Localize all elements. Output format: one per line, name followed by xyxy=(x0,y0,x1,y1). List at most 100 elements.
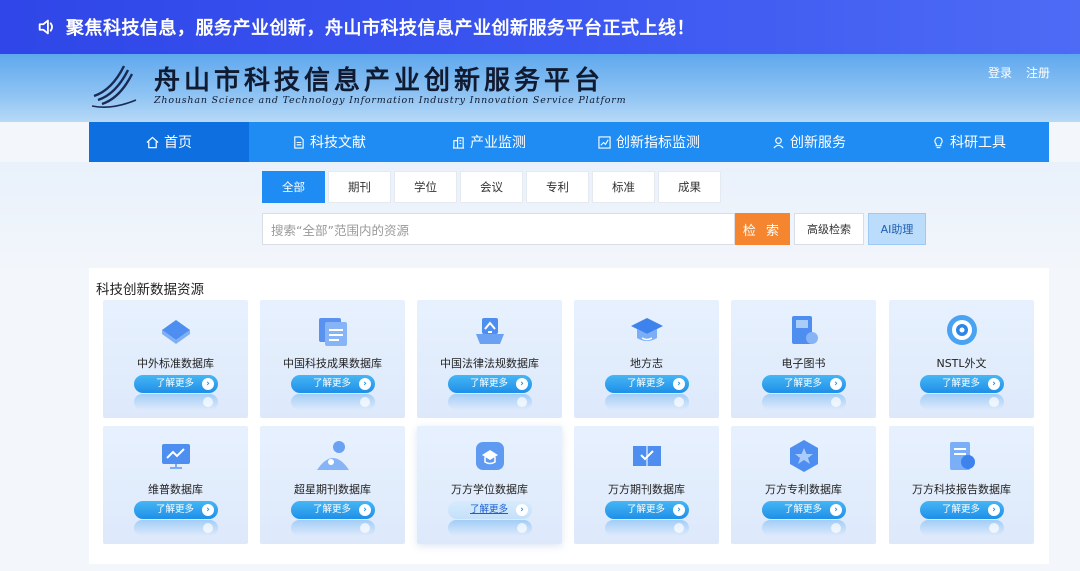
learn-more-label: 了解更多 xyxy=(470,378,509,389)
reflection-dot xyxy=(360,397,370,407)
search-scope-tabs: 全部 期刊 学位 会议 专利 标准 成果 xyxy=(262,171,721,203)
resource-card[interactable]: 万方期刊数据库 了解更多 › xyxy=(574,426,719,544)
reflection-dot xyxy=(831,523,841,533)
chaoxing-icon xyxy=(313,436,353,476)
resource-card[interactable]: 万方科技报告数据库 了解更多 › xyxy=(889,426,1034,544)
tab-degree[interactable]: 学位 xyxy=(394,171,457,203)
nav-label: 产业监测 xyxy=(470,135,526,151)
resource-card[interactable]: 维普数据库了解更多 › xyxy=(103,426,248,544)
tab-achievement[interactable]: 成果 xyxy=(658,171,721,203)
resource-card[interactable]: NSTL外文 了解更多 › xyxy=(889,300,1034,418)
nav-item-home[interactable]: 首页 xyxy=(89,122,249,162)
tab-conference[interactable]: 会议 xyxy=(460,171,523,203)
login-link[interactable]: 登录 xyxy=(988,64,1012,81)
chevron-right-icon: › xyxy=(988,504,1000,516)
button-reflection xyxy=(291,520,375,536)
nav-item-research-tools[interactable]: 科研工具 xyxy=(889,122,1049,162)
resource-card[interactable]: 中外标准数据库了解更多 › xyxy=(103,300,248,418)
reflection-dot xyxy=(831,397,841,407)
wanfang-report-icon xyxy=(942,436,982,476)
nav-label: 科研工具 xyxy=(950,135,1006,151)
vip-db-icon xyxy=(156,436,196,476)
resource-name: 万方学位数据库 xyxy=(451,483,528,496)
nav-item-innovation-index[interactable]: 创新指标监测 xyxy=(569,122,729,162)
nav-item-innovation-service[interactable]: 创新服务 xyxy=(729,122,889,162)
button-reflection xyxy=(291,394,375,410)
nav-item-industry-monitor[interactable]: 产业监测 xyxy=(409,122,569,162)
learn-more-button[interactable]: 了解更多 › xyxy=(291,375,375,393)
chevron-right-icon: › xyxy=(516,504,528,516)
learn-more-button[interactable]: 了解更多 › xyxy=(762,375,846,393)
gazetteer-icon xyxy=(627,310,667,350)
service-icon xyxy=(773,136,784,148)
resource-name: 地方志 xyxy=(630,357,663,370)
platform-subtitle-en: Zhoushan Science and Technology Informat… xyxy=(154,95,627,106)
register-link[interactable]: 注册 xyxy=(1026,64,1050,81)
learn-more-button[interactable]: 了解更多 › xyxy=(291,501,375,519)
resource-card[interactable]: 电子图书了解更多 › xyxy=(731,300,876,418)
chevron-right-icon: › xyxy=(830,378,842,390)
learn-more-label: 了解更多 xyxy=(784,504,823,515)
building-icon xyxy=(452,136,465,149)
chevron-right-icon: › xyxy=(202,378,214,390)
section-title: 科技创新数据资源 xyxy=(96,282,204,298)
learn-more-button[interactable]: 了解更多 › xyxy=(605,501,689,519)
learn-more-button[interactable]: 了解更多 › xyxy=(920,375,1004,393)
search-button[interactable]: 检 索 xyxy=(735,213,790,245)
tab-patent[interactable]: 专利 xyxy=(526,171,589,203)
reflection-dot xyxy=(517,523,527,533)
button-reflection xyxy=(605,394,689,410)
learn-more-button[interactable]: 了解更多 › xyxy=(134,501,218,519)
resource-card[interactable]: 中国法律法规数据库 了解更多 › xyxy=(417,300,562,418)
achievement-db-icon xyxy=(313,310,353,350)
resource-card[interactable]: 万方专利数据库 了解更多 › xyxy=(731,426,876,544)
chevron-right-icon: › xyxy=(830,504,842,516)
resource-card[interactable]: 超星期刊数据库了解更多 › xyxy=(260,426,405,544)
platform-logo[interactable] xyxy=(90,62,138,110)
reflection-dot xyxy=(360,523,370,533)
tab-standard[interactable]: 标准 xyxy=(592,171,655,203)
standard-db-icon xyxy=(156,310,196,350)
learn-more-label: 了解更多 xyxy=(156,504,195,515)
learn-more-button[interactable]: 了解更多 › xyxy=(448,501,532,519)
reflection-dot xyxy=(203,523,213,533)
nav-label: 创新指标监测 xyxy=(616,135,700,151)
learn-more-button[interactable]: 了解更多 › xyxy=(920,501,1004,519)
announcement-text: 聚焦科技信息，服务产业创新，舟山市科技信息产业创新服务平台正式上线！ xyxy=(66,18,695,39)
advanced-search-button[interactable]: 高级检索 xyxy=(794,213,864,245)
chevron-right-icon: › xyxy=(202,504,214,516)
resource-card[interactable]: 地方志了解更多 › xyxy=(574,300,719,418)
learn-more-label: 了解更多 xyxy=(470,504,509,515)
resource-card[interactable]: 中国科技成果数据库 了解更多 › xyxy=(260,300,405,418)
ai-assistant-button[interactable]: AI助理 xyxy=(868,213,926,245)
chevron-right-icon: › xyxy=(988,378,1000,390)
button-reflection xyxy=(448,520,532,536)
learn-more-button[interactable]: 了解更多 › xyxy=(134,375,218,393)
learn-more-button[interactable]: 了解更多 › xyxy=(605,375,689,393)
button-reflection xyxy=(605,520,689,536)
auth-links: 登录 注册 xyxy=(988,64,1050,81)
learn-more-button[interactable]: 了解更多 › xyxy=(762,501,846,519)
resource-name: 中外标准数据库 xyxy=(137,357,214,370)
learn-more-label: 了解更多 xyxy=(627,378,666,389)
platform-title: 舟山市科技信息产业创新服务平台 xyxy=(154,66,605,96)
reflection-dot xyxy=(517,397,527,407)
learn-more-button[interactable]: 了解更多 › xyxy=(448,375,532,393)
wanfang-degree-icon xyxy=(470,436,510,476)
tab-journal[interactable]: 期刊 xyxy=(328,171,391,203)
learn-more-label: 了解更多 xyxy=(784,378,823,389)
resource-name: 电子图书 xyxy=(781,357,826,370)
resource-name: 维普数据库 xyxy=(148,483,203,496)
button-reflection xyxy=(762,520,846,536)
button-reflection xyxy=(134,394,218,410)
bulb-icon xyxy=(934,136,943,148)
resource-name: 万方专利数据库 xyxy=(765,483,842,496)
nav-item-literature[interactable]: 科技文献 xyxy=(249,122,409,162)
resource-card[interactable]: 万方学位数据库 了解更多 › xyxy=(417,426,562,544)
resource-name: 超星期刊数据库 xyxy=(294,483,371,496)
main-nav: 首页 科技文献 产业监测 创新指标监测 创新服务 科研工具 xyxy=(89,122,1049,162)
reflection-dot xyxy=(989,397,999,407)
search-input[interactable]: 搜索“全部”范围内的资源 xyxy=(262,213,735,245)
tab-all[interactable]: 全部 xyxy=(262,171,325,203)
resources-panel: 科技创新数据资源 中外标准数据库 了解更多 › 中国科技成果数据库 了解更多 › 中国法律法… xyxy=(89,268,1049,564)
